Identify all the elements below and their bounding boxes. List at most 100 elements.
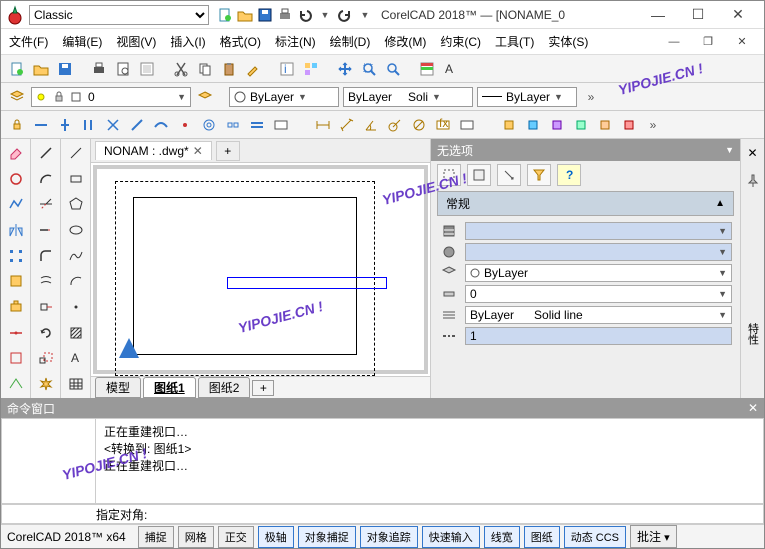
menu-view[interactable]: 视图(V) <box>116 33 156 50</box>
status-otrack[interactable]: 对象追踪 <box>360 526 418 548</box>
menu-modify[interactable]: 修改(M) <box>384 33 426 50</box>
prop-color-value[interactable]: ▼ <box>465 222 732 240</box>
menu-edit[interactable]: 编辑(E) <box>62 33 102 50</box>
save-icon[interactable] <box>257 7 273 23</box>
status-ortho[interactable]: 正交 <box>218 526 254 548</box>
paste-icon[interactable] <box>219 59 239 79</box>
snap2-icon[interactable] <box>523 115 543 135</box>
ellipse-icon[interactable] <box>66 220 86 240</box>
dim-dia-icon[interactable] <box>409 115 429 135</box>
model-tab[interactable]: 模型 <box>95 377 141 398</box>
status-paper[interactable]: 图纸 <box>524 526 560 548</box>
mdi-restore-button[interactable]: ❐ <box>694 32 722 52</box>
add-doc-tab[interactable]: + <box>216 141 240 161</box>
snap5-icon[interactable] <box>595 115 615 135</box>
save-doc-icon[interactable] <box>55 59 75 79</box>
prop-quick-icon[interactable] <box>467 164 491 186</box>
constraint-parallel-icon[interactable] <box>79 115 99 135</box>
menu-dim[interactable]: 标注(N) <box>275 33 316 50</box>
status-dyn[interactable]: 快速输入 <box>422 526 480 548</box>
stretch-icon[interactable] <box>36 297 56 317</box>
fillet-icon[interactable] <box>36 246 56 266</box>
constraint-tangent-icon[interactable] <box>127 115 147 135</box>
prop-help-icon[interactable]: ? <box>557 164 581 186</box>
erase-icon[interactable] <box>6 143 26 163</box>
close-button[interactable]: ✕ <box>724 5 752 25</box>
open-icon[interactable] <box>237 7 253 23</box>
properties-icon[interactable] <box>417 59 437 79</box>
constraint-fix-icon[interactable] <box>7 115 27 135</box>
print-preview-icon[interactable] <box>113 59 133 79</box>
constraint-perp-icon[interactable] <box>103 115 123 135</box>
status-dccs[interactable]: 动态 CCS <box>564 526 626 548</box>
dim-convert-icon[interactable]: fx <box>433 115 453 135</box>
palette-pin-icon[interactable] <box>743 171 763 191</box>
doc-tab[interactable]: NONAM : .dwg* ✕ <box>95 141 212 160</box>
mirror-icon[interactable] <box>6 220 26 240</box>
prop-linecolor-value[interactable]: ByLayer ▼ <box>465 264 732 282</box>
menu-file[interactable]: 文件(F) <box>9 33 48 50</box>
prop-layer-value[interactable]: ▼ <box>465 243 732 261</box>
palette-close-icon[interactable]: ✕ <box>743 143 763 163</box>
snap1-icon[interactable] <box>499 115 519 135</box>
sheet1-tab[interactable]: 图纸1 <box>143 377 196 398</box>
dim-ang-icon[interactable] <box>361 115 381 135</box>
print-icon[interactable] <box>277 7 293 23</box>
status-lwt[interactable]: 线宽 <box>484 526 520 548</box>
menu-solid[interactable]: 实体(S) <box>548 33 588 50</box>
doc-tab-close-icon[interactable]: ✕ <box>193 144 203 158</box>
tool-a-icon[interactable] <box>6 349 26 369</box>
open-doc-icon[interactable] <box>31 59 51 79</box>
sheet2-tab[interactable]: 图纸2 <box>198 377 251 398</box>
snap6-icon[interactable] <box>619 115 639 135</box>
add-sheet-tab[interactable]: + <box>252 380 274 396</box>
arc-icon[interactable] <box>36 169 56 189</box>
constraint-vert-icon[interactable] <box>55 115 75 135</box>
move-icon[interactable] <box>6 323 26 343</box>
circle-icon[interactable] <box>6 169 26 189</box>
prop-section-general[interactable]: 常规 ▲ <box>437 191 734 216</box>
polygon-icon[interactable] <box>66 194 86 214</box>
scale-icon[interactable] <box>36 349 56 369</box>
snap3-icon[interactable] <box>547 115 567 135</box>
dim-aligned-icon[interactable] <box>337 115 357 135</box>
pan-icon[interactable] <box>335 59 355 79</box>
menu-tools[interactable]: 工具(T) <box>495 33 534 50</box>
layer-previous-icon[interactable] <box>195 87 215 107</box>
dim-linear-icon[interactable] <box>313 115 333 135</box>
trim-icon[interactable] <box>36 194 56 214</box>
entity-info-icon[interactable]: i <box>277 59 297 79</box>
new-icon[interactable] <box>217 7 233 23</box>
tool-b-icon[interactable] <box>6 374 26 394</box>
line-icon[interactable] <box>36 143 56 163</box>
prop-scale-value[interactable]: 0 ▼ <box>465 285 732 303</box>
status-annotate[interactable]: 批注 ▾ <box>630 525 677 548</box>
matchprop-icon[interactable] <box>243 59 263 79</box>
rect-icon[interactable] <box>66 169 86 189</box>
hatch-icon[interactable] <box>66 323 86 343</box>
undo-dropdown-icon[interactable]: ▼ <box>317 7 333 23</box>
text-icon[interactable]: A <box>66 349 86 369</box>
command-history[interactable]: 正在重建视口… <转换到: 图纸1> 正在重建视口… <box>96 419 763 503</box>
minimize-button[interactable]: — <box>644 5 672 25</box>
menu-draw[interactable]: 绘制(D) <box>330 33 371 50</box>
block-icon[interactable] <box>6 272 26 292</box>
point-icon[interactable] <box>66 297 86 317</box>
prop-filter-icon[interactable] <box>527 164 551 186</box>
palette-properties-label[interactable]: 特性 <box>743 319 763 349</box>
snap4-icon[interactable] <box>571 115 591 135</box>
cut-icon[interactable] <box>171 59 191 79</box>
extend-icon[interactable] <box>36 220 56 240</box>
new-doc-icon[interactable] <box>7 59 27 79</box>
line2-icon[interactable] <box>66 143 86 163</box>
redo-icon[interactable] <box>337 7 353 23</box>
undo-icon[interactable] <box>297 7 313 23</box>
snap-more-icon[interactable]: » <box>643 115 663 135</box>
prop-select-icon[interactable] <box>437 164 461 186</box>
prop-linetype-value[interactable]: ByLayer Solid line ▼ <box>465 306 732 324</box>
layer-current[interactable]: 0 ▼ <box>31 87 191 107</box>
zoom-bounds-icon[interactable] <box>359 59 379 79</box>
drawing-canvas[interactable]: YIPOJIE.CN ! <box>93 165 428 374</box>
page-layout-icon[interactable] <box>137 59 157 79</box>
text-style-icon[interactable]: A <box>441 59 461 79</box>
